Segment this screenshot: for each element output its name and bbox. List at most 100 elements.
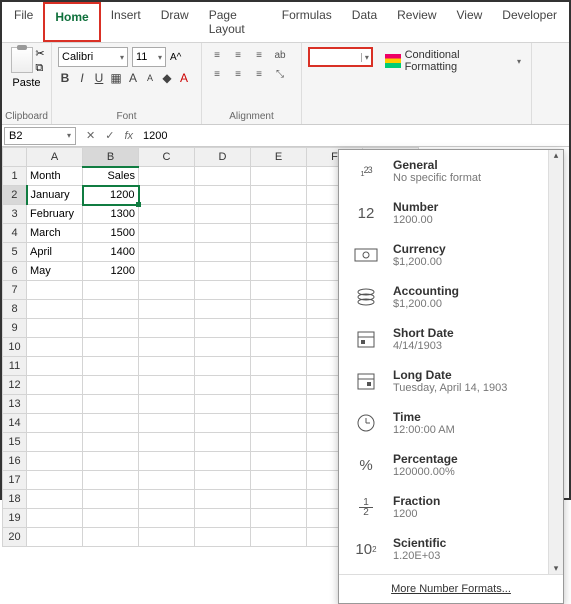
cell-C1[interactable] [139, 167, 195, 186]
row-header-11[interactable]: 11 [3, 357, 27, 376]
cell-C6[interactable] [139, 262, 195, 281]
row-header-2[interactable]: 2 [3, 186, 27, 205]
cell-A11[interactable] [27, 357, 83, 376]
cell-C10[interactable] [139, 338, 195, 357]
row-header-3[interactable]: 3 [3, 205, 27, 224]
cell-B8[interactable] [83, 300, 139, 319]
cell-B7[interactable] [83, 281, 139, 300]
cut-icon[interactable]: ✂ [35, 47, 44, 60]
row-header-18[interactable]: 18 [3, 490, 27, 509]
cell-E19[interactable] [251, 509, 307, 528]
cell-B20[interactable] [83, 528, 139, 547]
col-header-C[interactable]: C [139, 148, 195, 167]
cell-A2[interactable]: January [27, 186, 83, 205]
cell-D9[interactable] [195, 319, 251, 338]
cell-E7[interactable] [251, 281, 307, 300]
cell-D4[interactable] [195, 224, 251, 243]
row-header-10[interactable]: 10 [3, 338, 27, 357]
cell-B13[interactable] [83, 395, 139, 414]
cell-D18[interactable] [195, 490, 251, 509]
cell-C19[interactable] [139, 509, 195, 528]
cell-C11[interactable] [139, 357, 195, 376]
conditional-formatting-button[interactable]: Conditional Formatting ▾ [381, 47, 525, 75]
cell-A3[interactable]: February [27, 205, 83, 224]
cell-E8[interactable] [251, 300, 307, 319]
cell-A14[interactable] [27, 414, 83, 433]
cell-E10[interactable] [251, 338, 307, 357]
cell-D17[interactable] [195, 471, 251, 490]
cell-D3[interactable] [195, 205, 251, 224]
format-option-time[interactable]: Time12:00:00 AM [339, 402, 563, 444]
more-number-formats[interactable]: More Number Formats... [339, 574, 563, 603]
format-option-accounting[interactable]: Accounting$1,200.00 [339, 276, 563, 318]
cell-A12[interactable] [27, 376, 83, 395]
cell-B10[interactable] [83, 338, 139, 357]
cell-D14[interactable] [195, 414, 251, 433]
cell-E17[interactable] [251, 471, 307, 490]
format-option-long-date[interactable]: Long DateTuesday, April 14, 1903 [339, 360, 563, 402]
cell-E2[interactable] [251, 186, 307, 205]
row-header-4[interactable]: 4 [3, 224, 27, 243]
cell-A15[interactable] [27, 433, 83, 452]
formula-input[interactable]: 1200 [143, 130, 167, 142]
cell-C17[interactable] [139, 471, 195, 490]
cell-B2[interactable]: 1200 [83, 186, 139, 205]
cell-D13[interactable] [195, 395, 251, 414]
row-header-20[interactable]: 20 [3, 528, 27, 547]
tab-review[interactable]: Review [387, 2, 446, 42]
cell-E14[interactable] [251, 414, 307, 433]
align-right-icon[interactable]: ≡ [250, 66, 268, 82]
cell-C5[interactable] [139, 243, 195, 262]
cell-C14[interactable] [139, 414, 195, 433]
underline-button[interactable]: U [92, 71, 106, 85]
cell-C3[interactable] [139, 205, 195, 224]
row-header-1[interactable]: 1 [3, 167, 27, 186]
row-header-8[interactable]: 8 [3, 300, 27, 319]
row-header-9[interactable]: 9 [3, 319, 27, 338]
number-format-select[interactable]: ▾ [308, 47, 373, 67]
scrollbar[interactable]: ▴▾ [548, 150, 563, 574]
cell-C16[interactable] [139, 452, 195, 471]
cell-E6[interactable] [251, 262, 307, 281]
enter-icon[interactable]: ✓ [105, 129, 114, 142]
cell-B18[interactable] [83, 490, 139, 509]
cell-B16[interactable] [83, 452, 139, 471]
fx-icon[interactable]: fx [124, 130, 133, 142]
cell-E15[interactable] [251, 433, 307, 452]
cell-A7[interactable] [27, 281, 83, 300]
increase-font-button[interactable]: A [126, 71, 140, 85]
tab-data[interactable]: Data [342, 2, 387, 42]
select-all-corner[interactable] [3, 148, 27, 167]
row-header-12[interactable]: 12 [3, 376, 27, 395]
cell-B17[interactable] [83, 471, 139, 490]
cell-E13[interactable] [251, 395, 307, 414]
border-button[interactable]: ▦ [109, 71, 123, 85]
cell-B11[interactable] [83, 357, 139, 376]
align-left-icon[interactable]: ≡ [208, 66, 226, 82]
cell-A17[interactable] [27, 471, 83, 490]
align-top-icon[interactable]: ≡ [208, 47, 226, 63]
col-header-D[interactable]: D [195, 148, 251, 167]
cell-D10[interactable] [195, 338, 251, 357]
decrease-font-button[interactable]: A [143, 73, 157, 83]
font-name-select[interactable]: Calibri▾ [58, 47, 128, 67]
cell-A6[interactable]: May [27, 262, 83, 281]
cell-A20[interactable] [27, 528, 83, 547]
cell-C18[interactable] [139, 490, 195, 509]
italic-button[interactable]: I [75, 71, 89, 85]
fill-color-button[interactable]: ◆ [160, 71, 174, 85]
cell-E5[interactable] [251, 243, 307, 262]
tab-file[interactable]: File [4, 2, 43, 42]
col-header-B[interactable]: B [83, 148, 139, 167]
cell-B5[interactable]: 1400 [83, 243, 139, 262]
cell-B12[interactable] [83, 376, 139, 395]
cell-D5[interactable] [195, 243, 251, 262]
align-middle-icon[interactable]: ≡ [229, 47, 247, 63]
cell-A9[interactable] [27, 319, 83, 338]
cell-B1[interactable]: Sales [83, 167, 139, 186]
cell-B3[interactable]: 1300 [83, 205, 139, 224]
cell-C20[interactable] [139, 528, 195, 547]
cell-D8[interactable] [195, 300, 251, 319]
cell-A5[interactable]: April [27, 243, 83, 262]
cell-A16[interactable] [27, 452, 83, 471]
